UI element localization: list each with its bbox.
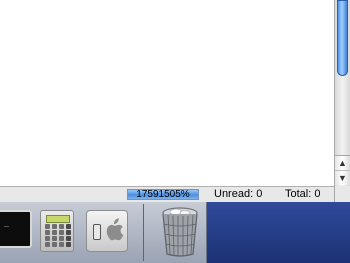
calculator-keys <box>45 224 71 247</box>
switch-icon <box>93 224 101 240</box>
scroll-down-arrow[interactable]: ▼ <box>335 170 350 185</box>
total-count: Total: 0 <box>285 188 321 200</box>
dock-divider <box>143 204 144 261</box>
unread-count: Unread: 0 <box>214 188 263 200</box>
resize-corner[interactable] <box>334 186 350 202</box>
message-list-area[interactable] <box>0 0 334 186</box>
progress-text: 17591505% <box>136 189 190 200</box>
scroll-up-arrow[interactable]: ▲ <box>335 155 350 170</box>
calculator-icon[interactable] <box>40 210 74 252</box>
system-preferences-icon[interactable] <box>86 210 128 252</box>
apple-logo-icon <box>106 218 124 241</box>
terminal-prompt: _ <box>4 218 9 227</box>
status-bar: 17591505% Unread: 0 Total: 0 <box>0 186 334 202</box>
vertical-scrollbar[interactable]: ▲ ▼ <box>334 0 350 186</box>
calculator-screen <box>46 215 70 223</box>
trash-icon[interactable] <box>160 206 200 258</box>
terminal-icon[interactable]: _ <box>0 210 32 248</box>
progress-bar: 17591505% <box>127 189 199 200</box>
scrollbar-thumb[interactable] <box>337 0 348 76</box>
dock: _ <box>0 202 350 263</box>
